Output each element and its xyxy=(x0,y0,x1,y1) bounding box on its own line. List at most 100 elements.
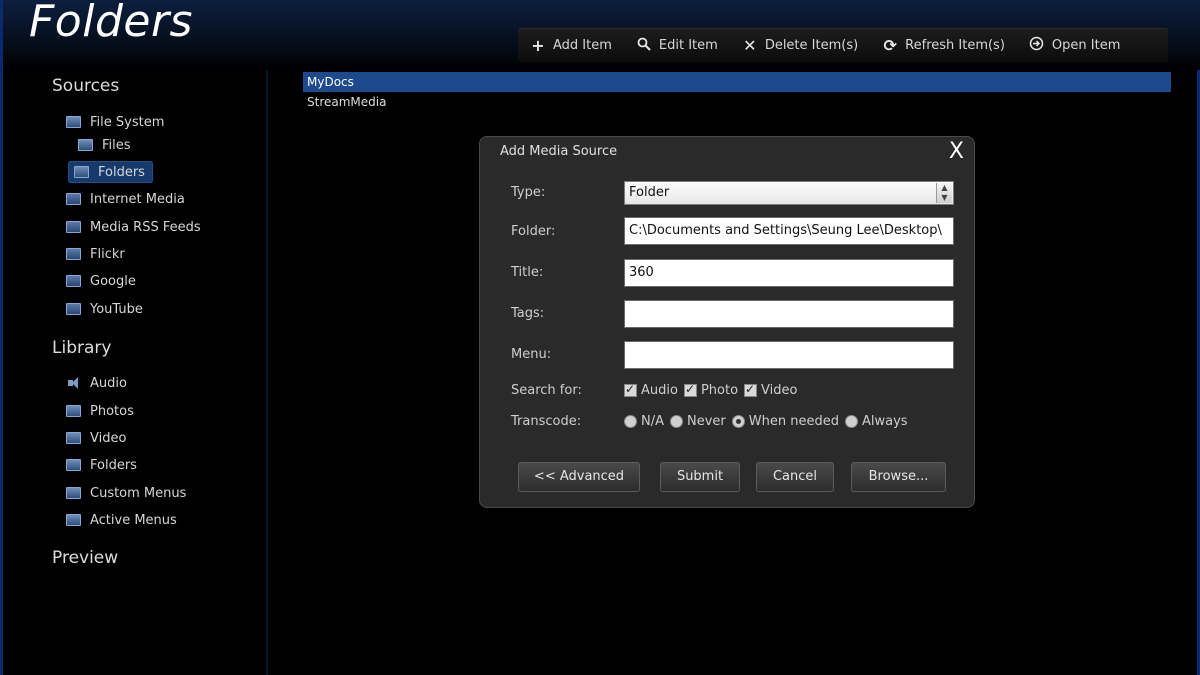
close-icon[interactable]: X xyxy=(949,139,964,164)
sidebar-item-internet-media[interactable]: Internet Media xyxy=(66,188,185,210)
sidebar-item-label: Video xyxy=(90,430,127,446)
transcode-always-radio[interactable] xyxy=(844,415,858,428)
sidebar: Sources File System Files Folders Intern… xyxy=(6,70,268,675)
sidebar-item-label: Audio xyxy=(90,375,127,391)
sidebar-item-audio[interactable]: Audio xyxy=(66,372,127,394)
sidebar-item-active-menus[interactable]: Active Menus xyxy=(66,509,177,531)
toolbar: + Add Item Edit Item ✕ Delete Item(s) ⟳ … xyxy=(518,28,1168,62)
sources-heading: Sources xyxy=(52,76,120,96)
sidebar-item-label: Folders xyxy=(90,457,137,473)
speaker-icon xyxy=(66,376,81,390)
sidebar-item-custom-menus[interactable]: Custom Menus xyxy=(66,482,186,504)
title-label: Title: xyxy=(511,265,544,280)
add-media-source-dialog: Add Media Source X Type: Folder ▲ ▼ Folde… xyxy=(479,136,975,508)
sidebar-item-media-rss-feeds[interactable]: Media RSS Feeds xyxy=(66,216,201,238)
sidebar-item-file-system[interactable]: File System xyxy=(66,111,164,133)
transcode-label: Transcode: xyxy=(511,414,582,429)
rss-icon xyxy=(66,248,81,260)
sidebar-item-label: Google xyxy=(90,273,136,289)
menu-field[interactable] xyxy=(624,341,954,369)
sidebar-item-flickr[interactable]: Flickr xyxy=(66,243,125,265)
menu-label: Menu: xyxy=(511,347,552,362)
type-label: Type: xyxy=(511,185,546,200)
sidebar-item-label: Media RSS Feeds xyxy=(90,219,201,235)
delete-items-label: Delete Item(s) xyxy=(764,37,859,53)
sidebar-item-files[interactable]: Files xyxy=(78,134,131,156)
menu-icon xyxy=(66,514,81,526)
transcode-never-label: Never xyxy=(687,414,726,429)
plus-icon: + xyxy=(531,35,545,55)
x-icon: ✕ xyxy=(743,35,757,55)
folder-label: Folder: xyxy=(511,224,556,239)
audio-checkbox-label: Audio xyxy=(641,383,678,398)
refresh-items-button[interactable]: ⟳ Refresh Item(s) xyxy=(882,35,1005,55)
delete-items-button[interactable]: ✕ Delete Item(s) xyxy=(742,36,858,55)
photo-checkbox[interactable] xyxy=(683,382,697,397)
globe-icon xyxy=(66,193,81,205)
page-title: Folders xyxy=(29,0,193,47)
library-heading: Library xyxy=(52,338,112,358)
open-item-button[interactable]: Open Item xyxy=(1029,36,1120,55)
sidebar-item-label: Internet Media xyxy=(90,191,185,207)
sidebar-item-label: Folders xyxy=(98,164,145,180)
folder-icon xyxy=(66,459,81,471)
open-item-label: Open Item xyxy=(1051,37,1121,53)
sidebar-item-google[interactable]: Google xyxy=(66,270,136,292)
video-checkbox[interactable] xyxy=(744,382,758,397)
folder-icon xyxy=(74,166,89,178)
photo-checkbox-label: Photo xyxy=(700,383,739,398)
sidebar-item-label: Flickr xyxy=(90,246,125,262)
add-item-button[interactable]: + Add Item xyxy=(530,36,612,55)
photo-icon xyxy=(66,405,81,417)
sidebar-item-youtube[interactable]: YouTube xyxy=(66,298,143,320)
refresh-icon: ⟳ xyxy=(883,35,897,55)
sources-list: MyDocs StreamMedia xyxy=(303,72,1171,112)
video-checkbox-label: Video xyxy=(761,383,798,398)
submit-button[interactable]: Submit xyxy=(660,462,740,492)
browse-button[interactable]: Browse... xyxy=(851,462,946,492)
sidebar-item-label: File System xyxy=(90,114,165,130)
transcode-options: N/A Never When needed Always xyxy=(624,414,914,429)
type-select[interactable]: Folder ▲ ▼ xyxy=(624,181,954,205)
cancel-button[interactable]: Cancel xyxy=(756,462,834,492)
folder-icon xyxy=(78,139,93,151)
sidebar-item-library-folders[interactable]: Folders xyxy=(66,454,137,476)
preview-heading: Preview xyxy=(52,548,119,568)
dialog-title: Add Media Source xyxy=(500,144,618,159)
add-item-label: Add Item xyxy=(553,37,612,53)
folder-field[interactable]: C:\Documents and Settings\Seung Lee\Desk… xyxy=(624,217,954,245)
transcode-na-radio[interactable] xyxy=(624,415,637,428)
edit-item-label: Edit Item xyxy=(658,37,718,53)
list-item[interactable]: MyDocs xyxy=(303,72,1171,92)
list-item[interactable]: StreamMedia xyxy=(303,92,1171,112)
refresh-items-label: Refresh Item(s) xyxy=(905,37,1005,53)
edit-item-button[interactable]: Edit Item xyxy=(636,36,718,55)
updown-arrow-icon: ▲ ▼ xyxy=(936,183,952,203)
audio-checkbox[interactable] xyxy=(624,382,637,397)
sidebar-item-photos[interactable]: Photos xyxy=(66,400,134,422)
search-for-label: Search for: xyxy=(511,383,582,398)
title-field[interactable]: 360 xyxy=(624,259,954,287)
search-for-options: Audio Photo Video xyxy=(624,382,803,398)
transcode-never-radio[interactable] xyxy=(670,415,683,428)
tags-label: Tags: xyxy=(511,306,545,321)
rss-icon xyxy=(66,221,81,233)
sidebar-item-label: Custom Menus xyxy=(90,485,187,501)
sidebar-item-label: Active Menus xyxy=(90,512,177,528)
advanced-button[interactable]: << Advanced xyxy=(518,462,640,492)
type-select-value: Folder xyxy=(629,185,670,200)
sidebar-item-video[interactable]: Video xyxy=(66,427,126,449)
transcode-when-needed-label: When needed xyxy=(748,414,839,429)
transcode-when-needed-radio[interactable] xyxy=(731,415,745,428)
rss-icon xyxy=(66,275,81,287)
tags-field[interactable] xyxy=(624,300,954,328)
sidebar-item-folders[interactable]: Folders xyxy=(68,161,153,183)
rss-icon xyxy=(66,303,81,315)
app-window: Folders + Add Item Edit Item ✕ Delete It… xyxy=(0,0,1200,675)
menu-icon xyxy=(66,487,81,499)
sidebar-item-label: YouTube xyxy=(90,301,143,317)
transcode-na-label: N/A xyxy=(641,414,664,429)
transcode-always-label: Always xyxy=(861,414,908,429)
folder-icon xyxy=(66,116,81,128)
sidebar-item-label: Files xyxy=(102,137,131,153)
